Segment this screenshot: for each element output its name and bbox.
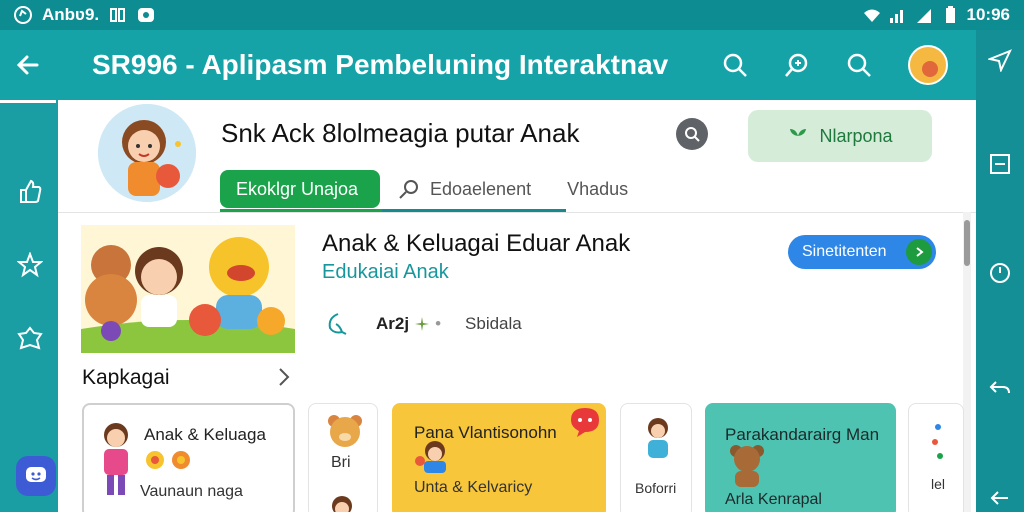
bear-icon (328, 415, 362, 447)
card-title: Parakandarairg Man (725, 425, 880, 444)
chevron-right-icon[interactable] (274, 366, 294, 388)
card-subtitle: Unta & Kelvaricy (414, 479, 533, 496)
featured-illustration (81, 225, 295, 353)
scrollbar-thumb[interactable] (964, 220, 970, 266)
tab-third[interactable]: Vhadus (549, 170, 646, 208)
timer-icon[interactable] (988, 260, 1012, 284)
sim-icon (110, 8, 126, 22)
search-button[interactable] (676, 118, 708, 150)
main-content: Snk Ack 8lolmeagia putar Anak Nlarpona E… (58, 100, 976, 512)
boy-illustration (104, 423, 128, 495)
tab-label: Vhadus (567, 178, 629, 199)
child-icon (332, 496, 352, 512)
action-pill-label: Nlarpona (819, 125, 893, 146)
window-icon[interactable] (988, 152, 1012, 176)
card-title: Bri (331, 454, 351, 471)
card-title: lel (931, 476, 946, 492)
android-icon (14, 6, 32, 24)
left-rail (0, 100, 58, 512)
flowers-icon (146, 451, 190, 469)
dot-separator: • (435, 314, 442, 333)
category-card[interactable]: lel (908, 403, 964, 512)
right-rail (976, 30, 1024, 512)
tab-label: Ekoklgr Unajoa (236, 178, 359, 199)
wifi-icon (863, 9, 880, 22)
dots-icon (932, 424, 943, 459)
send-icon[interactable] (988, 48, 1012, 72)
header-divider (58, 212, 976, 213)
featured-subtitle: Edukaiai Anak (322, 261, 449, 283)
back-nav-icon[interactable] (988, 486, 1012, 510)
sprout-icon (790, 129, 807, 145)
category-card[interactable]: Pana Vlantisonohn Unta & Kelvaricy (392, 403, 606, 512)
chat-icon (26, 467, 46, 482)
card-title: Anak & Keluaga (144, 425, 266, 444)
card-subtitle: Arla Kenrapal (725, 491, 822, 508)
featured-title: Anak & Keluagai Eduar Anak (322, 230, 631, 257)
app-bar: SR996 - Aplipasm Pembeluning Interaktnav (0, 30, 976, 100)
user-avatar[interactable] (908, 45, 948, 85)
leaf-icon (328, 313, 347, 335)
tab-label: Edoaelenent (430, 178, 532, 199)
search-icon (685, 127, 700, 142)
featured-rating: Ar2j (376, 314, 410, 333)
featured-meta-label: Sbidala (465, 314, 522, 333)
signal-icon (889, 10, 903, 23)
teddy-bear-icon (730, 445, 764, 487)
chevron-right-icon (906, 239, 932, 265)
kids-icon (415, 441, 446, 473)
card-title: Boforri (635, 480, 677, 496)
featured-action-label: Sinetitenten (802, 243, 887, 260)
record-icon (138, 8, 155, 22)
status-clock: 10:96 (966, 5, 1010, 24)
arrow-left-icon (16, 55, 39, 75)
tab-active[interactable]: Ekoklgr Unajoa (220, 170, 380, 208)
undo-icon[interactable] (988, 376, 1012, 400)
featured-action-button[interactable]: Sinetitenten (788, 235, 936, 269)
sparkle-icon (415, 317, 430, 331)
section-title: Kapkagai (82, 366, 170, 389)
status-bar: Anbʋ9. 10:96 (0, 0, 1024, 30)
profile-title: Snk Ack 8lolmeagia putar Anak (221, 118, 580, 148)
category-card[interactable]: Boforri (620, 403, 692, 512)
child-icon (648, 418, 668, 458)
signal-icon-2 (916, 9, 931, 23)
featured-meta: Ar2j • Sbidala (324, 310, 522, 338)
action-pill[interactable]: Nlarpona (748, 110, 932, 162)
zoom-search-icon[interactable] (784, 52, 810, 78)
search-icon[interactable] (722, 52, 748, 78)
battery-icon (945, 6, 955, 23)
rail-indicator (0, 100, 56, 103)
app-title: SR996 - Aplipasm Pembeluning Interaktnav (92, 49, 669, 80)
profile-avatar (98, 104, 196, 202)
girl-illustration (98, 104, 196, 202)
star-icon[interactable] (17, 252, 43, 278)
back-button[interactable] (0, 52, 56, 78)
search-icon-2[interactable] (846, 52, 872, 78)
category-card[interactable]: Anak & Keluaga Vaunaun naga (82, 403, 295, 512)
badge-icon[interactable] (17, 326, 43, 352)
chat-bubble-icon (571, 408, 599, 437)
tab-second[interactable]: Edoaelenent (380, 170, 549, 208)
card-subtitle: Vaunaun naga (140, 483, 243, 500)
kids-animals-illustration (81, 225, 295, 353)
tab-bar: Ekoklgr Unajoa Edoaelenent Vhadus (220, 166, 646, 212)
status-app-label: Anbʋ9. (42, 5, 100, 24)
search-icon (399, 180, 418, 199)
category-card[interactable]: Parakandarairg Man Arla Kenrapal (705, 403, 896, 512)
category-card[interactable]: Bri (308, 403, 378, 512)
chat-button[interactable] (16, 456, 56, 496)
thumbs-up-icon[interactable] (17, 178, 43, 204)
